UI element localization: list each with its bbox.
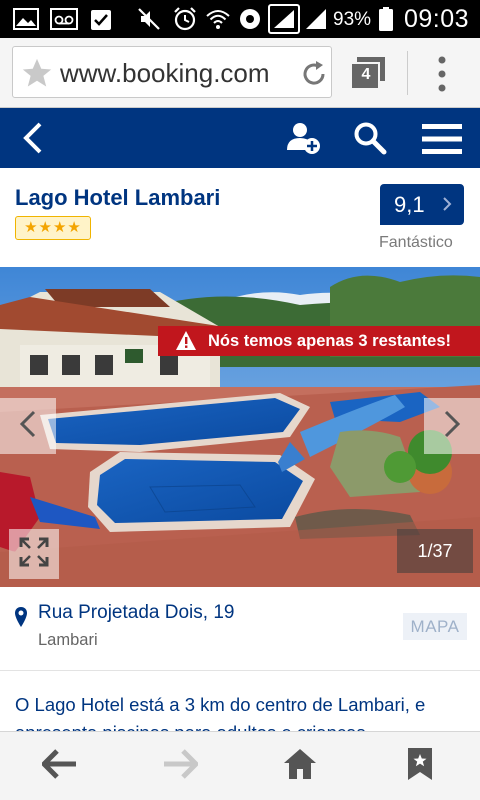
map-pin-icon [14,606,28,633]
bookmark-star-icon[interactable] [20,56,54,95]
browser-home-button[interactable] [280,746,320,786]
chevron-left-icon [18,409,38,444]
chevron-right-icon [442,196,452,217]
review-score-button[interactable]: 9,1 [380,184,464,225]
photo-counter: 1/37 [397,529,473,573]
review-score: 9,1 [394,192,425,217]
url-bar[interactable]: www.booking.com [12,46,332,98]
browser-bookmarks-button[interactable] [400,746,440,786]
back-icon[interactable] [20,121,44,160]
reload-icon[interactable] [299,59,329,94]
address-section: Rua Projetada Dois, 19 Lambari MAPA [0,587,480,671]
city-name: Lambari [38,631,98,649]
photo-gallery[interactable]: Nós temos apenas 3 restantes! 1/37 [0,267,480,587]
hotel-name: Lago Hotel Lambari [15,185,221,210]
clipboard-check-icon [88,7,114,31]
alarm-icon [171,7,199,31]
browser-bottom-bar [0,731,480,800]
street-address[interactable]: Rua Projetada Dois, 19 [38,602,234,624]
battery-icon [378,7,394,31]
signal-icon [268,4,300,34]
mute-icon [136,7,162,31]
battery-percent: 93% [333,9,372,30]
signal-icon [304,7,328,31]
availability-text: Nós temos apenas 3 restantes! [208,332,452,350]
availability-banner: Nós temos apenas 3 restantes! [158,326,480,356]
hotel-description: O Lago Hotel está a 3 km do centro de La… [0,671,480,731]
hamburger-menu-icon[interactable] [422,123,462,160]
fullscreen-button[interactable] [9,529,59,579]
voicemail-icon [50,7,78,31]
arrow-left-icon [40,748,78,784]
warning-icon [176,331,196,350]
tab-switcher-button[interactable]: 4 [350,56,386,90]
add-user-icon[interactable] [286,120,322,161]
search-icon[interactable] [353,121,387,160]
wifi-icon [205,7,231,31]
browser-back-button[interactable] [40,746,80,786]
tab-count: 4 [361,66,371,83]
image-icon [12,7,40,31]
toolbar-divider [407,51,408,95]
bookmark-icon [406,746,434,787]
chevron-right-icon [442,409,462,444]
gallery-next-button[interactable] [424,398,480,454]
url-text[interactable]: www.booking.com [60,58,292,89]
review-score-word: Fantástico [379,234,453,251]
browser-forward-button[interactable] [160,746,200,786]
location-icon [237,7,263,31]
arrow-right-icon [162,748,200,784]
gallery-prev-button[interactable] [0,398,56,454]
clock: 09:03 [404,5,470,33]
status-bar: 93% 09:03 [0,0,480,38]
app-header [0,108,480,168]
hotel-header: Lago Hotel Lambari ★★★★ 9,1 Fantástico [0,168,480,267]
star-rating: ★★★★ [15,216,91,240]
browser-toolbar: www.booking.com 4 [0,38,480,108]
map-button[interactable]: MAPA [403,613,467,640]
expand-icon [19,537,49,572]
home-icon [282,747,318,786]
overflow-menu-icon[interactable] [434,54,450,94]
description-text: O Lago Hotel está a 3 km do centro de La… [15,694,426,731]
